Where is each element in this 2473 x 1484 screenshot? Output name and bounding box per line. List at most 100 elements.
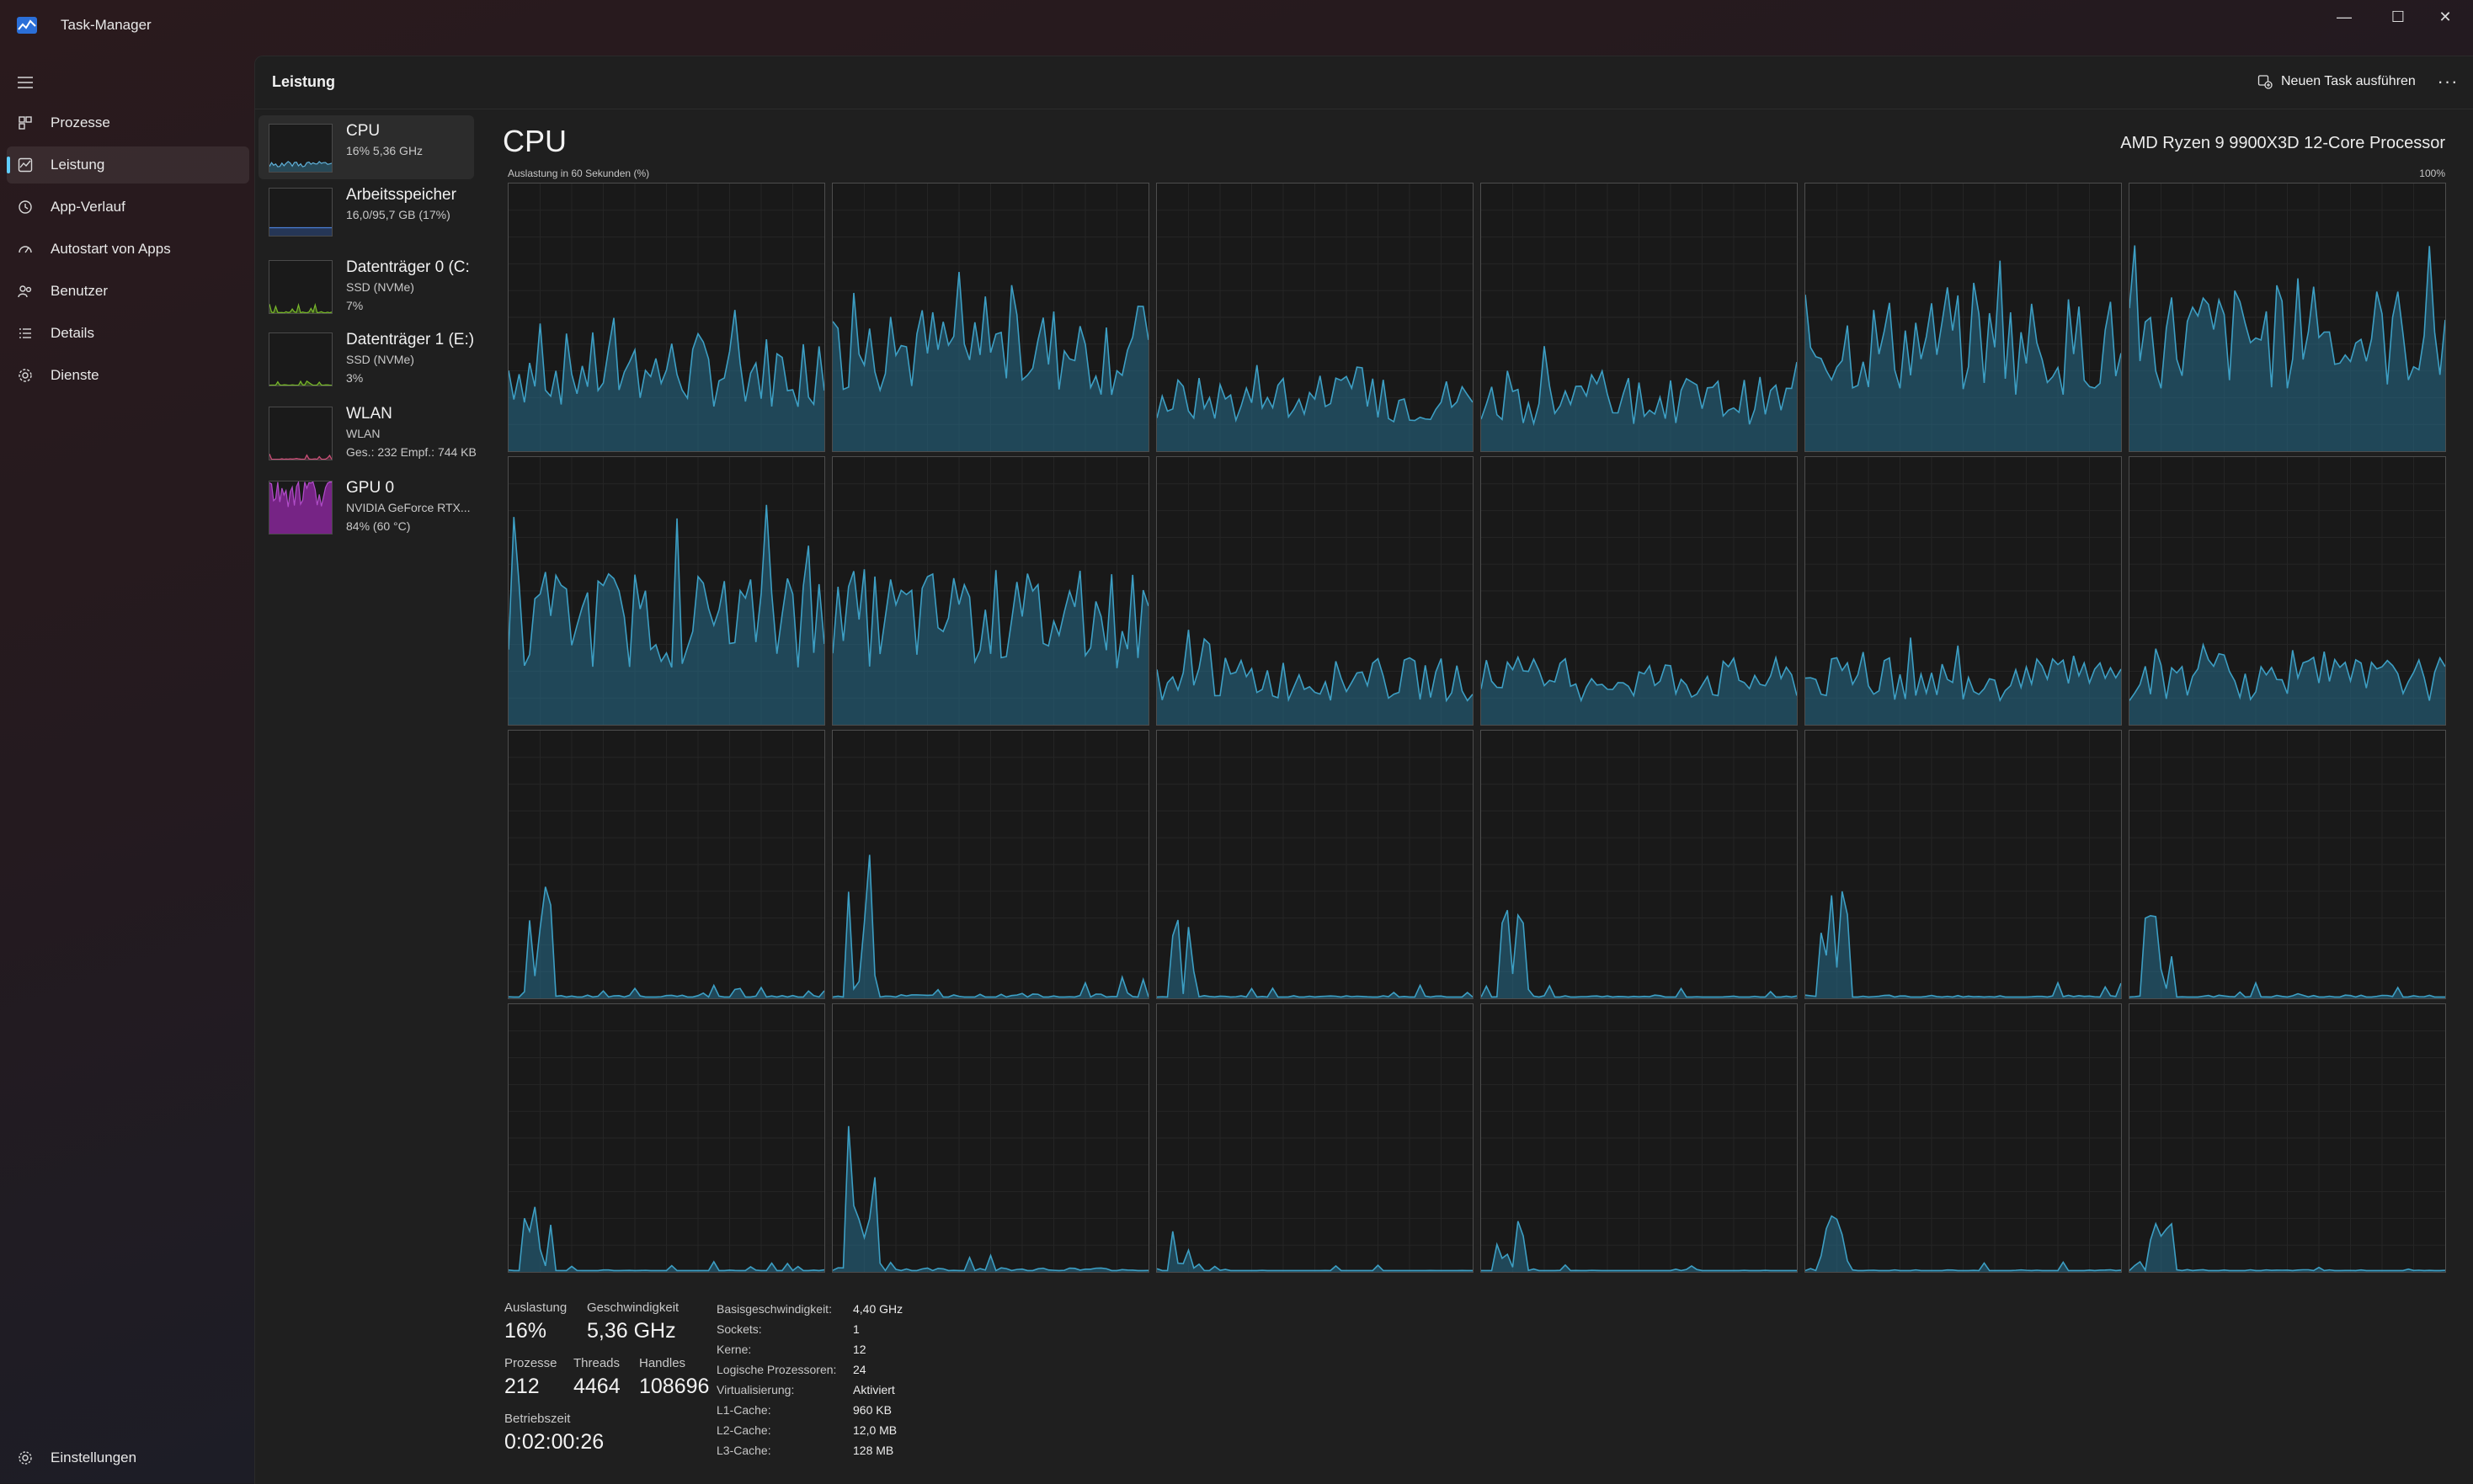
cpu-usage-plot xyxy=(509,184,824,451)
sidebar-item-dienste[interactable]: Dienste xyxy=(7,357,249,394)
thumb-area xyxy=(269,227,332,236)
cpu-usage-plot xyxy=(2129,731,2445,998)
spec-value: 960 KB xyxy=(853,1403,892,1417)
uptime-value: 0:02:00:26 xyxy=(504,1430,605,1454)
spec-label: L3-Cache: xyxy=(717,1444,771,1457)
logical-processor-graph-18 xyxy=(508,1003,825,1273)
sidebar-item-prozesse[interactable]: Prozesse xyxy=(7,104,249,141)
perf-item-name: Datenträger 1 (E:) xyxy=(346,331,474,348)
cpu-usage-plot xyxy=(1805,731,2121,998)
thumb-line xyxy=(269,453,332,460)
logical-processor-graph-9 xyxy=(1480,456,1798,726)
details-icon xyxy=(19,328,31,338)
perf-item-memory[interactable]: Arbeitsspeicher 16,0/95,7 GB (17%) xyxy=(258,179,474,243)
logical-processor-graph-8 xyxy=(1156,456,1474,726)
navigation-sidebar: Prozesse Leistung App-Verlauf Autostart … xyxy=(0,54,253,1483)
perf-item-disk-0[interactable]: Datenträger 0 (C: D:) SSD (NVMe) 7% xyxy=(258,252,474,316)
sidebar-item-label: Autostart von Apps xyxy=(51,241,171,257)
spec-label: Virtualisierung: xyxy=(717,1383,795,1396)
cpu-usage-plot xyxy=(1157,1004,1473,1272)
spec-value: 12 xyxy=(853,1343,866,1356)
sidebar-item-benutzer[interactable]: Benutzer xyxy=(7,273,249,310)
cpu-usage-plot xyxy=(1481,731,1797,998)
spec-label: Basisgeschwindigkeit: xyxy=(717,1302,832,1316)
utilization-label: Auslastung xyxy=(504,1300,568,1315)
services-icon xyxy=(19,369,32,382)
history-icon xyxy=(19,200,32,214)
perf-item-detail: WLAN xyxy=(346,427,381,440)
perf-item-name: GPU 0 xyxy=(346,479,395,497)
content-header: Leistung Neuen Task ausführen ··· xyxy=(255,56,2473,109)
cpu-usage-plot xyxy=(833,731,1149,998)
users-icon xyxy=(18,285,32,298)
logical-processor-graph-14 xyxy=(1156,730,1474,999)
logical-processor-graph-0 xyxy=(508,183,825,452)
performance-icon xyxy=(18,157,33,173)
logical-processor-graph-12 xyxy=(508,730,825,999)
page-title: Leistung xyxy=(272,73,335,90)
gear-icon xyxy=(19,1451,32,1465)
thumb-line xyxy=(269,302,332,313)
utilization-value: 16% xyxy=(504,1319,547,1343)
perf-item-gpu[interactable]: GPU 0 NVIDIA GeForce RTX... 84% (60 °C) xyxy=(258,472,474,536)
sidebar-item-label: Benutzer xyxy=(51,283,109,299)
threads-label: Threads xyxy=(573,1356,621,1370)
cpu-usage-plot xyxy=(833,1004,1149,1272)
spec-value: 4,40 GHz xyxy=(853,1302,903,1316)
perf-item-wlan[interactable]: WLAN WLAN Ges.: 232 Empf.: 744 KB xyxy=(258,398,477,462)
perf-item-detail-2: 3% xyxy=(346,371,364,385)
spec-label: L2-Cache: xyxy=(717,1423,771,1437)
logical-processor-graphs xyxy=(508,183,2446,1332)
cpu-usage-plot xyxy=(1805,1004,2121,1272)
minimize-button[interactable]: — xyxy=(2317,0,2371,34)
cpu-usage-plot xyxy=(509,1004,824,1272)
logical-processor-graph-2 xyxy=(1156,183,1474,452)
perf-item-detail: 16% 5,36 GHz xyxy=(346,144,424,157)
maximize-button[interactable]: ☐ xyxy=(2371,0,2425,34)
memory-thumbnail-graph xyxy=(269,188,333,237)
perf-item-detail: SSD (NVMe) xyxy=(346,280,414,294)
spec-label: Kerne: xyxy=(717,1343,752,1356)
new-task-label: Neuen Task ausführen xyxy=(2281,74,2416,88)
cpu-usage-plot xyxy=(1805,184,2121,451)
logical-processor-graph-21 xyxy=(1480,1003,1798,1273)
perf-item-cpu[interactable]: CPU 16% 5,36 GHz xyxy=(258,115,474,179)
cpu-usage-plot xyxy=(2129,457,2445,725)
logical-processor-graph-16 xyxy=(1804,730,2122,999)
spec-value: 24 xyxy=(853,1363,866,1376)
cpu-usage-plot xyxy=(1481,457,1797,725)
hamburger-menu-icon[interactable] xyxy=(15,72,35,93)
processes-value: 212 xyxy=(504,1375,540,1398)
spec-label: L1-Cache: xyxy=(717,1403,771,1417)
perf-item-disk-1[interactable]: Datenträger 1 (E:) SSD (NVMe) 3% xyxy=(258,324,474,388)
logical-processor-graph-19 xyxy=(832,1003,1149,1273)
perf-item-detail-2: Ges.: 232 Empf.: 744 KB xyxy=(346,445,477,459)
sidebar-item-details[interactable]: Details xyxy=(7,315,249,352)
cpu-usage-plot xyxy=(1481,184,1797,451)
graph-max-label: 100% xyxy=(2419,168,2445,179)
cpu-usage-plot xyxy=(509,731,824,998)
sidebar-item-app-verlauf[interactable]: App-Verlauf xyxy=(7,189,249,226)
sidebar-item-autostart[interactable]: Autostart von Apps xyxy=(7,231,249,268)
new-task-button[interactable]: Neuen Task ausführen xyxy=(2251,68,2422,95)
spec-value: 12,0 MB xyxy=(853,1423,898,1437)
logical-processor-graph-7 xyxy=(832,456,1149,726)
more-options-button[interactable]: ··· xyxy=(2434,68,2461,95)
cpu-usage-plot xyxy=(2129,1004,2445,1272)
active-indicator xyxy=(7,157,10,173)
spec-value: 1 xyxy=(853,1322,860,1336)
startup-icon xyxy=(19,246,32,253)
cpu-usage-plot xyxy=(509,457,824,725)
spec-label: Sockets: xyxy=(717,1322,762,1336)
perf-item-detail: NVIDIA GeForce RTX... xyxy=(346,501,471,514)
disk-0-thumbnail-graph xyxy=(269,260,333,314)
sidebar-item-leistung[interactable]: Leistung xyxy=(7,146,249,184)
sidebar-item-label: Dienste xyxy=(51,367,99,383)
sidebar-item-einstellungen[interactable]: Einstellungen xyxy=(7,1439,249,1476)
processes-label: Prozesse xyxy=(504,1356,557,1370)
sidebar-item-label: App-Verlauf xyxy=(51,199,125,215)
task-manager-app-icon xyxy=(17,17,37,34)
close-button[interactable]: ✕ xyxy=(2418,0,2472,34)
cpu-model-name: AMD Ryzen 9 9900X3D 12-Core Processor xyxy=(2120,134,2445,152)
title-bar[interactable]: Task-Manager — ☐ ✕ xyxy=(0,0,2473,54)
